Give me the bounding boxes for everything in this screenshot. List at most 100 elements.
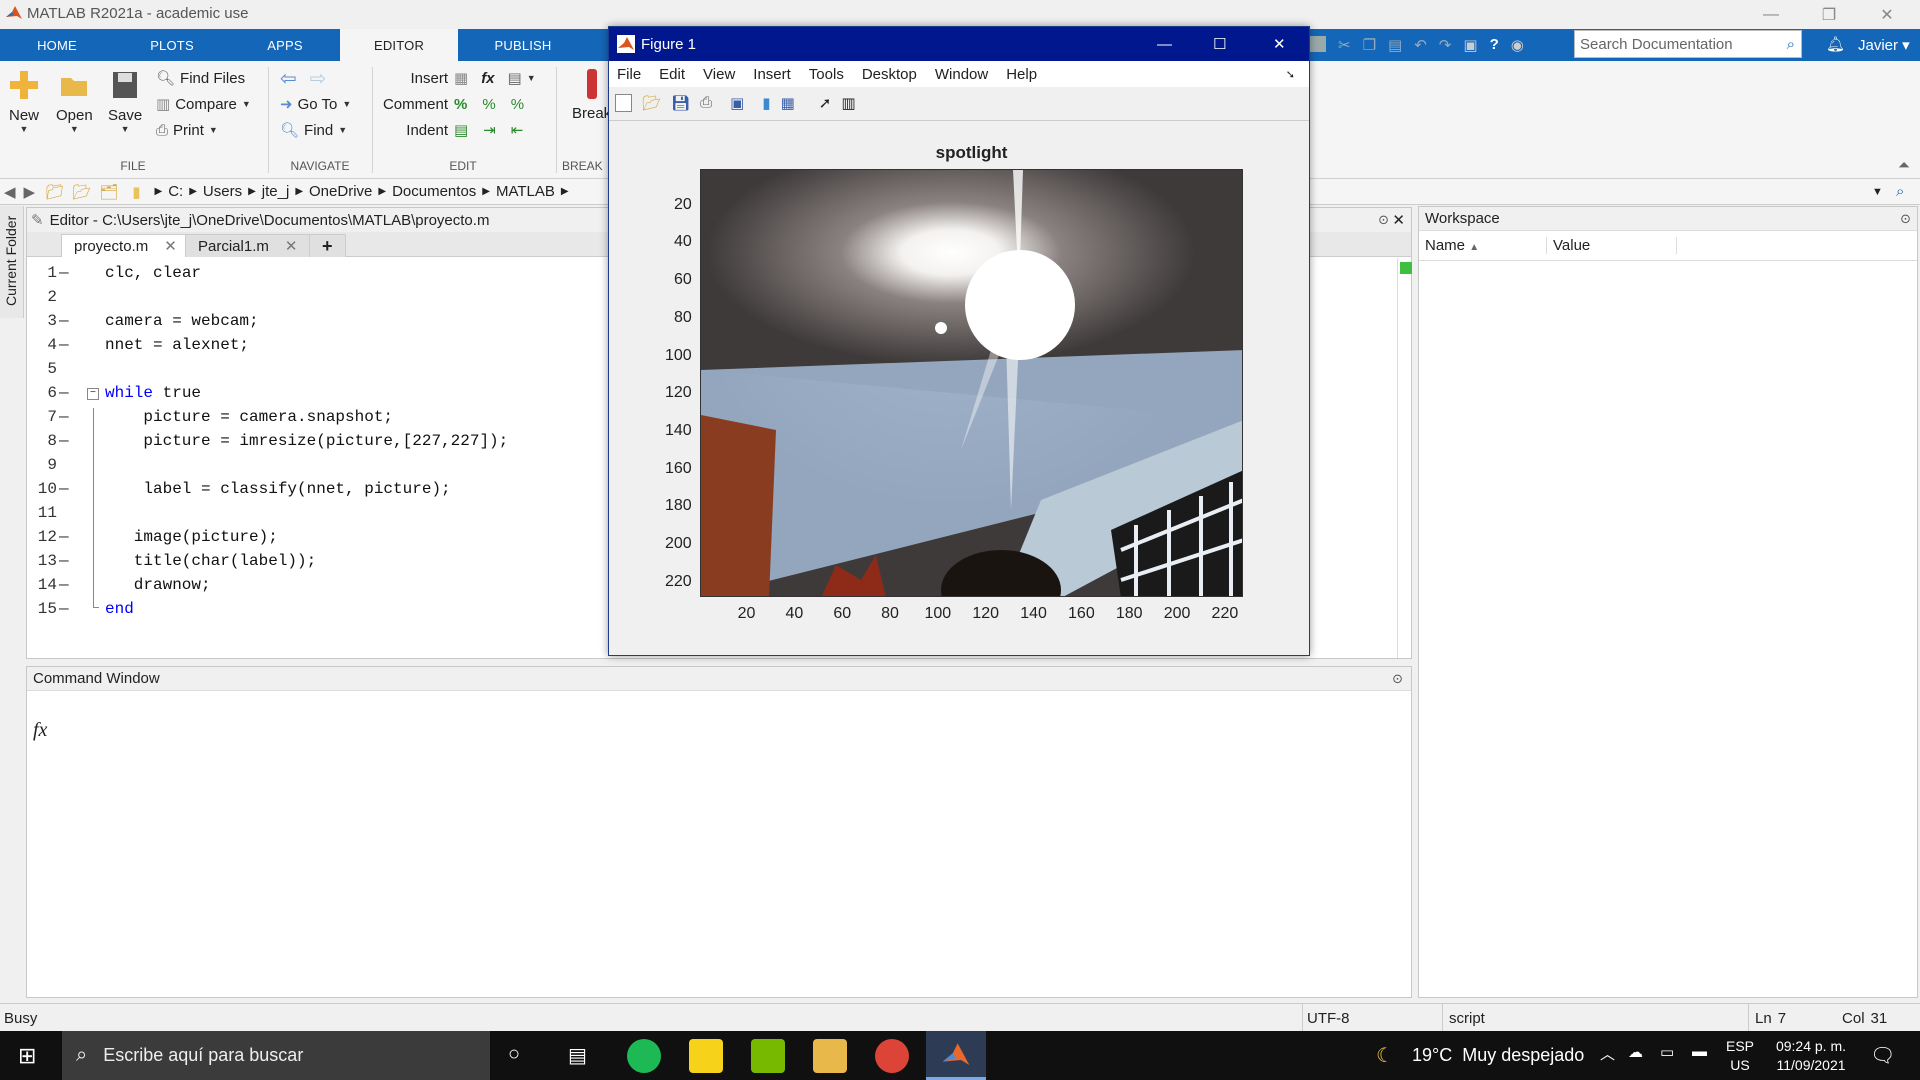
code-line[interactable]: label = classify(nnet, picture);: [143, 480, 450, 498]
breakpoint-marker[interactable]: —: [59, 600, 69, 618]
menu-help[interactable]: Help: [1006, 66, 1037, 83]
breakpoint-marker[interactable]: —: [59, 576, 69, 594]
breakpoints-button[interactable]: Break: [572, 69, 611, 122]
search-folder-icon[interactable]: 🗂︎: [99, 183, 118, 201]
code-line[interactable]: end: [105, 600, 134, 618]
paste-icon[interactable]: ▤: [1388, 36, 1402, 54]
browse-folder-icon[interactable]: 📂︎: [72, 183, 91, 201]
command-window[interactable]: Command Window ⊙ fx: [26, 666, 1412, 998]
code-line[interactable]: camera = webcam;: [105, 312, 259, 330]
dock-arrow-icon[interactable]: ➘: [1286, 68, 1295, 81]
up-folder-icon[interactable]: 📁︎: [45, 183, 64, 201]
pointer-icon[interactable]: ➚: [819, 94, 832, 112]
address-dropdown-icon[interactable]: ▼: [1872, 186, 1883, 198]
nvidia-icon[interactable]: [751, 1039, 785, 1073]
task-view-icon[interactable]: ▤: [568, 1043, 587, 1068]
menu-file[interactable]: File: [617, 66, 641, 83]
back-icon[interactable]: ◀: [4, 183, 16, 201]
breakpoint-marker[interactable]: —: [59, 312, 69, 330]
language-indicator[interactable]: ESP US: [1726, 1037, 1754, 1075]
cortana-icon[interactable]: ○: [508, 1043, 520, 1066]
community-icon[interactable]: ◉: [1511, 36, 1524, 54]
panel-actions-icon[interactable]: ⊙: [1378, 212, 1389, 228]
windows-start-icon[interactable]: ⊞: [18, 1043, 36, 1069]
forward-icon[interactable]: ▶: [24, 183, 36, 201]
compare-button[interactable]: ▥ Compare ▼: [156, 91, 251, 117]
close-panel-icon[interactable]: ✕: [1392, 211, 1405, 229]
new-figure-icon[interactable]: [615, 94, 632, 112]
smart-indent-icon[interactable]: ▤: [454, 121, 468, 139]
close-tab-icon[interactable]: ✕: [164, 237, 177, 255]
minimize-button[interactable]: —: [1157, 36, 1172, 53]
tab-editor[interactable]: EDITOR: [340, 29, 458, 61]
panel-actions-icon[interactable]: ⊙: [1392, 671, 1403, 687]
arrow-right-icon[interactable]: ⇨: [310, 66, 327, 91]
code-line[interactable]: title(char(label));: [134, 552, 316, 570]
function-icon[interactable]: fx: [481, 70, 494, 87]
legend-icon[interactable]: ▦: [781, 94, 795, 112]
maximize-button[interactable]: ❐: [1806, 0, 1852, 29]
link-plot-icon[interactable]: ▣: [730, 94, 744, 112]
find-files-button[interactable]: 🔍︎ Find Files: [156, 65, 251, 91]
new-tab-button[interactable]: +: [309, 234, 346, 257]
network-icon[interactable]: ▭: [1660, 1043, 1674, 1061]
fold-toggle-icon[interactable]: −: [87, 388, 99, 400]
wrap-comment-icon[interactable]: %: [511, 96, 524, 113]
battery-icon[interactable]: ▬: [1692, 1043, 1707, 1060]
notifications-bell-icon[interactable]: 🔔︎: [1826, 35, 1845, 53]
taskbar-search[interactable]: ⌕ Escribe aquí para buscar: [62, 1031, 490, 1080]
tab-parcial1[interactable]: Parcial1.m ✕: [185, 234, 311, 257]
save-button[interactable]: Save ▼: [108, 69, 142, 134]
property-inspector-icon[interactable]: ▥: [841, 94, 855, 112]
print-button[interactable]: ⎙ Print ▼: [156, 117, 251, 143]
spotify-icon[interactable]: [627, 1039, 661, 1073]
colorbar-icon[interactable]: ▮: [762, 94, 770, 112]
increase-indent-icon[interactable]: ⇥: [483, 121, 496, 139]
percent-icon[interactable]: %: [454, 96, 467, 113]
notification-center-icon[interactable]: 🗨︎: [1870, 1043, 1895, 1068]
column-value-header[interactable]: Value: [1547, 237, 1677, 254]
weather-text[interactable]: 19°C Muy despejado: [1412, 1045, 1584, 1066]
image-axes[interactable]: [700, 169, 1243, 597]
code-line[interactable]: drawnow;: [134, 576, 211, 594]
chrome-icon[interactable]: [875, 1039, 909, 1073]
breakpoint-marker[interactable]: —: [59, 408, 69, 426]
arrow-left-icon[interactable]: ⇦: [280, 66, 297, 91]
current-folder-tab[interactable]: Current Folder: [0, 206, 24, 318]
menu-tools[interactable]: Tools: [809, 66, 844, 83]
redo-icon[interactable]: ↷: [1439, 36, 1452, 54]
new-button[interactable]: New ▼: [8, 69, 40, 134]
menu-insert[interactable]: Insert: [753, 66, 791, 83]
weather-moon-icon[interactable]: ☾: [1376, 1043, 1394, 1068]
uncomment-icon[interactable]: %: [482, 96, 495, 113]
menu-view[interactable]: View: [703, 66, 735, 83]
open-file-icon[interactable]: 📂︎: [642, 94, 661, 112]
code-line[interactable]: while true: [105, 384, 201, 402]
search-icon[interactable]: ⌕: [1896, 183, 1904, 200]
breakpoint-marker[interactable]: —: [59, 480, 69, 498]
switch-windows-icon[interactable]: ▣: [1463, 36, 1477, 54]
breakpoint-marker[interactable]: —: [59, 384, 69, 402]
cut-icon[interactable]: ✂: [1338, 36, 1351, 54]
breadcrumb-item[interactable]: Documentos: [392, 183, 476, 200]
sticky-notes-icon[interactable]: [689, 1039, 723, 1073]
tab-home[interactable]: HOME: [0, 29, 114, 61]
breadcrumb-item[interactable]: C:: [168, 183, 183, 200]
insert-label[interactable]: Insert: [410, 65, 448, 91]
indent-label[interactable]: Indent: [406, 117, 448, 143]
breadcrumb-item[interactable]: MATLAB: [496, 183, 555, 200]
breakpoint-marker[interactable]: —: [59, 264, 69, 282]
print-figure-icon[interactable]: ⎙: [700, 94, 712, 112]
close-button[interactable]: ✕: [1864, 0, 1910, 29]
close-button[interactable]: ✕: [1273, 35, 1286, 53]
breadcrumb-item[interactable]: jte_j: [262, 183, 290, 200]
tab-proyecto[interactable]: proyecto.m ✕: [61, 234, 190, 257]
collapse-toolstrip-icon[interactable]: ⏶: [1898, 157, 1910, 174]
maximize-button[interactable]: ☐: [1213, 35, 1226, 53]
figure-window[interactable]: Figure 1 — ☐ ✕ File Edit View Insert Too…: [608, 26, 1310, 656]
tray-chevron-icon[interactable]: ︿: [1600, 1043, 1615, 1064]
breadcrumb-item[interactable]: OneDrive: [309, 183, 372, 200]
insert-section-icon[interactable]: ▦: [454, 69, 468, 87]
close-tab-icon[interactable]: ✕: [285, 237, 298, 255]
find-button[interactable]: 🔍︎ Find ▼: [280, 117, 351, 143]
